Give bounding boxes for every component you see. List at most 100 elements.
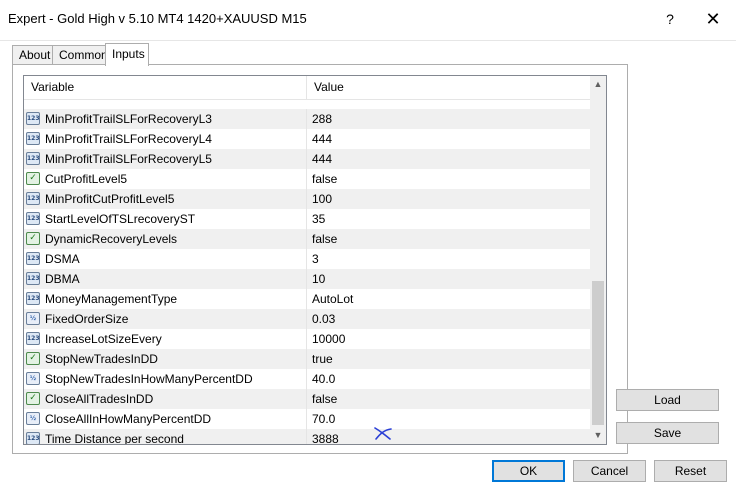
value-cell[interactable]: AutoLot bbox=[307, 289, 590, 309]
value-cell[interactable]: 3 bbox=[307, 249, 590, 269]
value-cell[interactable]: false bbox=[307, 169, 590, 189]
variable-value: 70.0 bbox=[312, 412, 336, 426]
variable-name: Time Distance per second bbox=[45, 432, 184, 445]
table-row[interactable]: 123 MinProfitTrailSLForRecoveryL4 444 bbox=[24, 129, 590, 149]
variable-value: 288 bbox=[312, 112, 333, 126]
variable-cell[interactable]: 123 IncreaseLotSizeEvery bbox=[24, 329, 307, 349]
value-cell[interactable]: 444 bbox=[307, 149, 590, 169]
cancel-button[interactable]: Cancel bbox=[573, 460, 646, 482]
value-cell[interactable]: 288 bbox=[307, 109, 590, 129]
table-row[interactable]: 123 DBMA 10 bbox=[24, 269, 590, 289]
variable-name: StopNewTradesInHowManyPercentDD bbox=[45, 372, 253, 386]
value-cell[interactable]: 70.0 bbox=[307, 409, 590, 429]
variable-cell[interactable]: 123 MinProfitTrailSLForRecoveryL4 bbox=[24, 129, 307, 149]
variable-value: 10000 bbox=[312, 332, 346, 346]
value-cell[interactable]: 100 bbox=[307, 189, 590, 209]
window-title: Expert - Gold High v 5.10 MT4 1420+XAUUS… bbox=[8, 11, 307, 26]
variable-name: DSMA bbox=[45, 252, 80, 266]
grid-rows: 123 MinProfitTrailSLForRecoveryL3 288 123 Mi… bbox=[24, 109, 590, 445]
table-row[interactable]: ½ FixedOrderSize 0.03 bbox=[24, 309, 590, 329]
value-cell[interactable]: 0.03 bbox=[307, 309, 590, 329]
value-cell[interactable]: 40.0 bbox=[307, 369, 590, 389]
help-button[interactable]: ? bbox=[660, 9, 680, 29]
ok-button[interactable]: OK bbox=[492, 460, 565, 482]
int-type-icon: 123 bbox=[26, 252, 40, 265]
value-cell[interactable]: 3888 bbox=[307, 429, 590, 445]
variable-cell[interactable]: 123 MoneyManagementType bbox=[24, 289, 307, 309]
tab-common[interactable]: Common bbox=[52, 45, 108, 64]
scroll-up-icon[interactable]: ▲ bbox=[590, 76, 606, 93]
value-cell[interactable]: true bbox=[307, 349, 590, 369]
variable-cell[interactable]: 123 MinProfitCutProfitLevel5 bbox=[24, 189, 307, 209]
variable-value: AutoLot bbox=[312, 292, 354, 306]
table-row[interactable]: ½ StopNewTradesInHowManyPercentDD 40.0 bbox=[24, 369, 590, 389]
variable-name: CloseAllTradesInDD bbox=[45, 392, 154, 406]
variable-cell[interactable]: ½ StopNewTradesInHowManyPercentDD bbox=[24, 369, 307, 389]
value-cell[interactable]: 10 bbox=[307, 269, 590, 289]
table-row[interactable]: 123 StartLevelOfTSLrecoveryST 35 bbox=[24, 209, 590, 229]
double-type-icon: ½ bbox=[26, 412, 40, 425]
scroll-thumb[interactable] bbox=[592, 281, 604, 425]
variable-name: MinProfitTrailSLForRecoveryL5 bbox=[45, 152, 212, 166]
scroll-down-icon[interactable]: ▼ bbox=[590, 427, 606, 444]
table-row[interactable]: ✓ StopNewTradesInDD true bbox=[24, 349, 590, 369]
int-type-icon: 123 bbox=[26, 432, 40, 444]
variable-cell[interactable]: 123 DSMA bbox=[24, 249, 307, 269]
variable-cell[interactable]: ½ CloseAllInHowManyPercentDD bbox=[24, 409, 307, 429]
table-row[interactable]: ✓ DynamicRecoveryLevels false bbox=[24, 229, 590, 249]
variable-value: 3888 bbox=[312, 432, 339, 445]
variable-name: MinProfitTrailSLForRecoveryL4 bbox=[45, 132, 212, 146]
column-header-value[interactable]: Value bbox=[307, 76, 590, 99]
variable-cell[interactable]: 123 DBMA bbox=[24, 269, 307, 289]
variable-value: 100 bbox=[312, 192, 333, 206]
table-row[interactable]: 123 MinProfitTrailSLForRecoveryL3 288 bbox=[24, 109, 590, 129]
int-type-icon: 123 bbox=[26, 272, 40, 285]
table-row[interactable]: 123 IncreaseLotSizeEvery 10000 bbox=[24, 329, 590, 349]
variable-value: 3 bbox=[312, 252, 319, 266]
variable-value: false bbox=[312, 232, 338, 246]
table-row[interactable]: ✓ CutProfitLevel5 false bbox=[24, 169, 590, 189]
handwritten-mark-icon bbox=[374, 427, 392, 440]
variable-cell[interactable]: 123 MinProfitTrailSLForRecoveryL3 bbox=[24, 109, 307, 129]
table-row[interactable]: 123 MoneyManagementType AutoLot bbox=[24, 289, 590, 309]
table-row[interactable]: 123 MinProfitTrailSLForRecoveryL5 444 bbox=[24, 149, 590, 169]
variable-cell[interactable]: 123 StartLevelOfTSLrecoveryST bbox=[24, 209, 307, 229]
value-cell[interactable]: 444 bbox=[307, 129, 590, 149]
variable-cell[interactable]: ✓ DynamicRecoveryLevels bbox=[24, 229, 307, 249]
bool-type-icon: ✓ bbox=[26, 172, 40, 185]
variable-name: DBMA bbox=[45, 272, 80, 286]
title-bar: Expert - Gold High v 5.10 MT4 1420+XAUUS… bbox=[0, 0, 736, 41]
variable-name: IncreaseLotSizeEvery bbox=[45, 332, 162, 346]
reset-button[interactable]: Reset bbox=[654, 460, 727, 482]
variable-cell[interactable]: ✓ CloseAllTradesInDD bbox=[24, 389, 307, 409]
save-button[interactable]: Save bbox=[616, 422, 719, 444]
column-header-variable[interactable]: Variable bbox=[24, 76, 307, 99]
variable-cell[interactable]: 123 MinProfitTrailSLForRecoveryL5 bbox=[24, 149, 307, 169]
value-cell[interactable]: 10000 bbox=[307, 329, 590, 349]
vertical-scrollbar[interactable]: ▲ ▼ bbox=[590, 76, 606, 444]
inputs-panel: Variable Value 123 MinProfitTrailSLForRec… bbox=[12, 64, 628, 454]
variable-value: 444 bbox=[312, 132, 333, 146]
variable-cell[interactable]: ✓ StopNewTradesInDD bbox=[24, 349, 307, 369]
variable-cell[interactable]: 123 Time Distance per second bbox=[24, 429, 307, 445]
close-button[interactable]: ✕ bbox=[702, 8, 724, 30]
value-cell[interactable]: false bbox=[307, 389, 590, 409]
value-cell[interactable]: false bbox=[307, 229, 590, 249]
variable-name: MinProfitCutProfitLevel5 bbox=[45, 192, 175, 206]
tab-inputs[interactable]: Inputs bbox=[105, 43, 149, 66]
variable-value: true bbox=[312, 352, 333, 366]
variable-cell[interactable]: ½ FixedOrderSize bbox=[24, 309, 307, 329]
double-type-icon: ½ bbox=[26, 372, 40, 385]
variable-name: FixedOrderSize bbox=[45, 312, 129, 326]
variable-cell[interactable]: ✓ CutProfitLevel5 bbox=[24, 169, 307, 189]
tab-about[interactable]: About bbox=[12, 45, 53, 64]
load-button[interactable]: Load bbox=[616, 389, 719, 411]
variable-name: CloseAllInHowManyPercentDD bbox=[45, 412, 212, 426]
table-row[interactable]: ½ CloseAllInHowManyPercentDD 70.0 bbox=[24, 409, 590, 429]
table-row[interactable]: ✓ CloseAllTradesInDD false bbox=[24, 389, 590, 409]
table-row[interactable]: 123 DSMA 3 bbox=[24, 249, 590, 269]
table-row[interactable]: 123 Time Distance per second 3888 bbox=[24, 429, 590, 445]
value-cell[interactable]: 35 bbox=[307, 209, 590, 229]
table-row[interactable]: 123 MinProfitCutProfitLevel5 100 bbox=[24, 189, 590, 209]
inputs-grid: Variable Value 123 MinProfitTrailSLForRec… bbox=[23, 75, 607, 445]
